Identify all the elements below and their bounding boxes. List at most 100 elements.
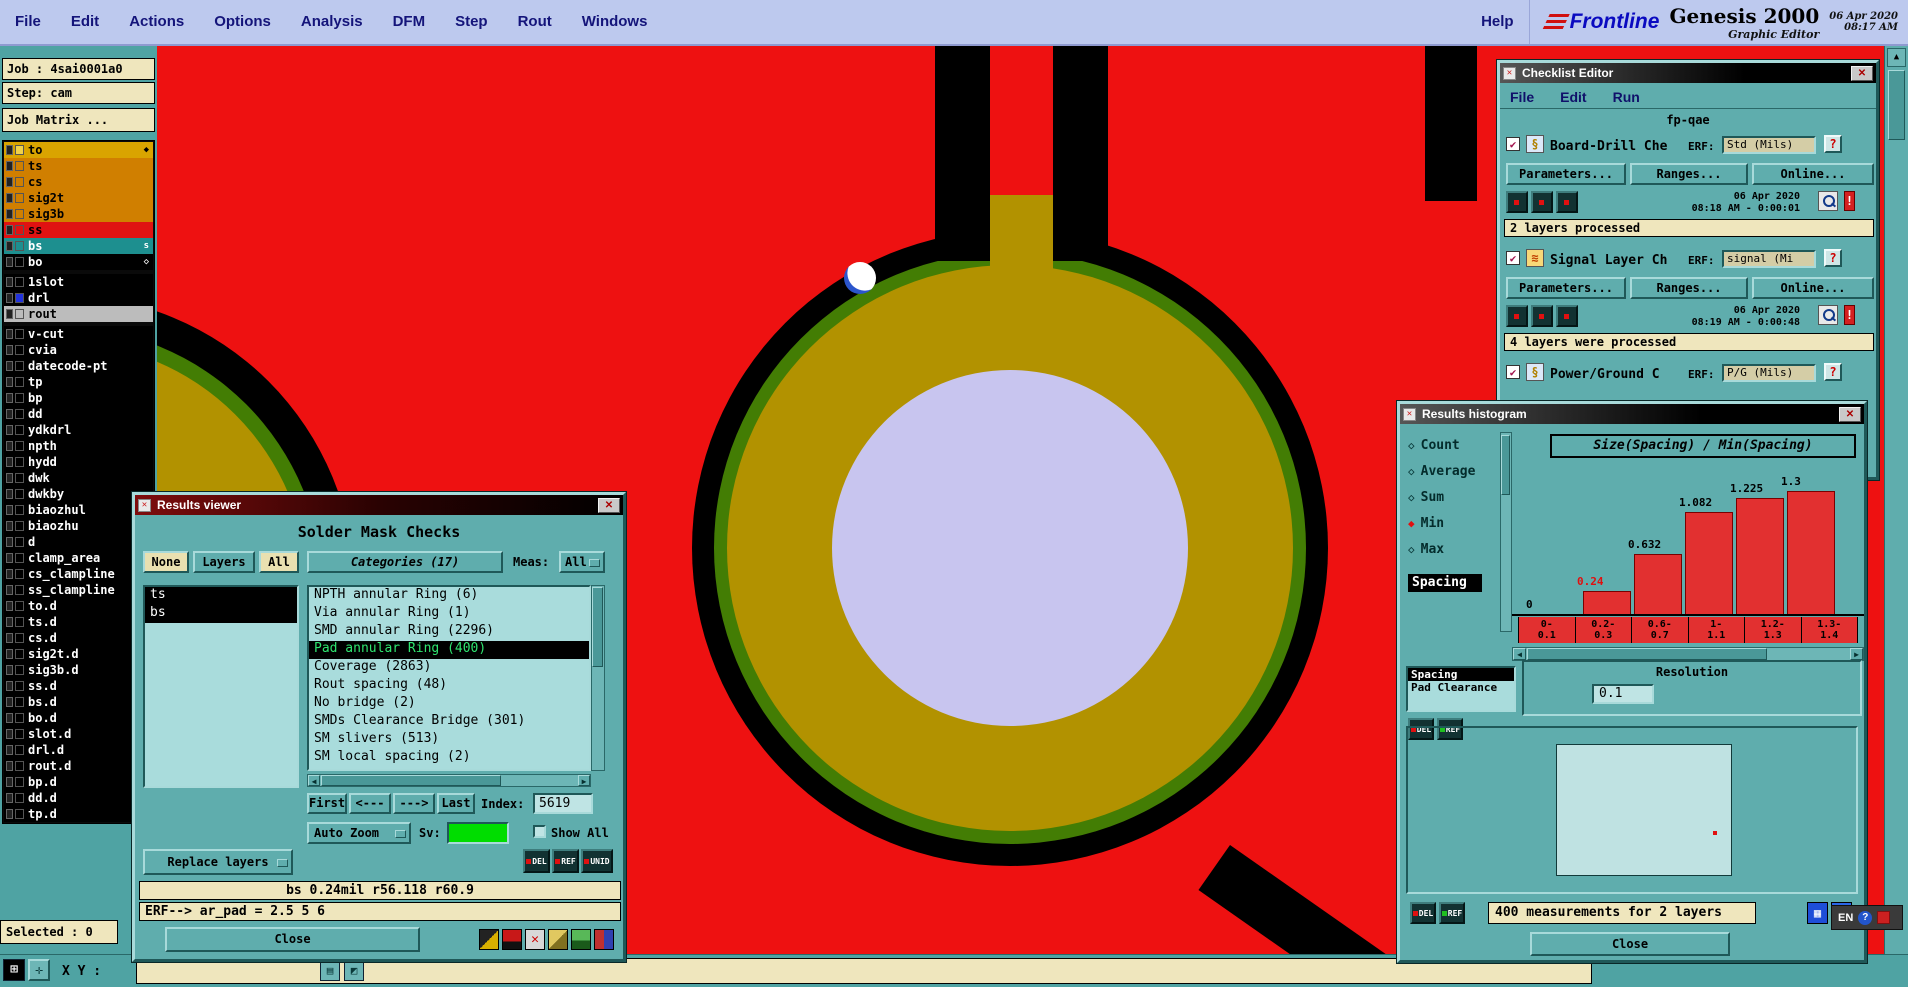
layer-row-cs.d[interactable]: cs.d bbox=[4, 630, 153, 646]
layer-row-ss_clampline[interactable]: ss_clampline bbox=[4, 582, 153, 598]
menu-step[interactable]: Step bbox=[440, 0, 503, 44]
menu-help[interactable]: Help bbox=[1466, 0, 1529, 44]
menu-options[interactable]: Options bbox=[199, 0, 286, 44]
layer-color-swatch[interactable] bbox=[15, 277, 24, 287]
layer-color-swatch[interactable] bbox=[15, 293, 24, 303]
category-item[interactable]: Rout spacing (48) bbox=[309, 677, 589, 695]
close-icon[interactable]: ✕ bbox=[1839, 406, 1861, 422]
layer-context-toggle[interactable] bbox=[6, 697, 13, 707]
reference-button[interactable]: REF bbox=[1439, 902, 1465, 924]
ranges-button[interactable]: Ranges... bbox=[1630, 163, 1748, 185]
layer-context-toggle[interactable] bbox=[6, 145, 13, 155]
layer-row-sig3b.d[interactable]: sig3b.d bbox=[4, 662, 153, 678]
stat-sum[interactable]: ◇ Sum bbox=[1408, 484, 1496, 510]
layer-color-swatch[interactable] bbox=[15, 473, 24, 483]
measure-type-item[interactable]: Spacing bbox=[1408, 668, 1514, 681]
stat-max[interactable]: ◇ Max bbox=[1408, 536, 1496, 562]
layer-row-hydd[interactable]: hydd bbox=[4, 454, 153, 470]
filter-layers-button[interactable]: Layers bbox=[193, 551, 255, 573]
layer-color-swatch[interactable] bbox=[15, 521, 24, 531]
layer-color-swatch[interactable] bbox=[15, 257, 24, 267]
menu-file[interactable]: File bbox=[0, 0, 56, 44]
layer-row-to[interactable]: to ◆ bbox=[4, 142, 153, 158]
menu-run[interactable]: Run bbox=[1613, 89, 1640, 105]
layer-context-toggle[interactable] bbox=[6, 633, 13, 643]
layer-row-ydkdrl[interactable]: ydkdrl bbox=[4, 422, 153, 438]
layer-color-swatch[interactable] bbox=[15, 145, 24, 155]
overlay-view-icon[interactable] bbox=[479, 929, 499, 950]
layer-row-tp[interactable]: tp bbox=[4, 374, 153, 390]
layer-context-toggle[interactable] bbox=[6, 225, 13, 235]
categories-button[interactable]: Categories (17) bbox=[307, 551, 503, 573]
results-viewer-titlebar[interactable]: ✕ Results viewer ✕ bbox=[135, 495, 623, 515]
layer-row-bs.d[interactable]: bs.d bbox=[4, 694, 153, 710]
layer-row-sig2t.d[interactable]: sig2t.d bbox=[4, 646, 153, 662]
layer-row-v-cut[interactable]: v-cut bbox=[4, 326, 153, 342]
checklist-titlebar[interactable]: ✕ Checklist Editor ✕ bbox=[1500, 63, 1876, 83]
layer-context-toggle[interactable] bbox=[6, 681, 13, 691]
close-icon[interactable]: ✕ bbox=[1851, 65, 1873, 81]
layer-row-ss[interactable]: ss bbox=[4, 222, 153, 238]
magnifier-icon[interactable] bbox=[1818, 305, 1838, 325]
vertical-scrollbar[interactable]: ▲ ▼ bbox=[1884, 46, 1908, 987]
layer-context-toggle[interactable] bbox=[6, 393, 13, 403]
layer-context-toggle[interactable] bbox=[6, 793, 13, 803]
layer-color-swatch[interactable] bbox=[15, 569, 24, 579]
layer-context-toggle[interactable] bbox=[6, 161, 13, 171]
layer-row-slot.d[interactable]: slot.d bbox=[4, 726, 153, 742]
layer-color-swatch[interactable] bbox=[15, 361, 24, 371]
category-item[interactable]: Via annular Ring (1) bbox=[309, 605, 589, 623]
layer-color-swatch[interactable] bbox=[15, 697, 24, 707]
filter-none-button[interactable]: None bbox=[143, 551, 189, 573]
show-all-checkbox[interactable] bbox=[533, 825, 546, 838]
layer-row-bp.d[interactable]: bp.d bbox=[4, 774, 153, 790]
ranges-button[interactable]: Ranges... bbox=[1630, 277, 1748, 299]
layer-color-swatch[interactable] bbox=[15, 537, 24, 547]
grid-icon[interactable]: ✛ bbox=[28, 959, 50, 981]
layer-context-toggle[interactable] bbox=[6, 617, 13, 627]
reference-button[interactable]: REF bbox=[552, 849, 579, 873]
layer-color-swatch[interactable] bbox=[15, 209, 24, 219]
layer-row-ss.d[interactable]: ss.d bbox=[4, 678, 153, 694]
sv-color-swatch[interactable] bbox=[447, 822, 509, 844]
resolution-input[interactable]: 0.1 bbox=[1592, 684, 1654, 704]
layer-context-toggle[interactable] bbox=[6, 377, 13, 387]
nav-last-button[interactable]: Last bbox=[437, 793, 475, 814]
layer-row-ts.d[interactable]: ts.d bbox=[4, 614, 153, 630]
category-h-scrollbar[interactable]: ◀ ▶ bbox=[307, 774, 591, 787]
check-enabled-checkbox[interactable]: ✔ bbox=[1506, 365, 1520, 379]
delete-measure-button[interactable]: DEL bbox=[1410, 902, 1436, 924]
stat-min[interactable]: ◆ Min bbox=[1408, 510, 1496, 536]
layer-color-swatch[interactable] bbox=[15, 713, 24, 723]
layer-color-swatch[interactable] bbox=[15, 393, 24, 403]
layer-context-toggle[interactable] bbox=[6, 209, 13, 219]
layer-row-sig2t[interactable]: sig2t bbox=[4, 190, 153, 206]
stat-count[interactable]: ◇ Count bbox=[1408, 432, 1496, 458]
menu-edit[interactable]: Edit bbox=[56, 0, 114, 44]
layer-row-bo[interactable]: bo ◇ bbox=[4, 254, 153, 270]
layer-context-toggle[interactable] bbox=[6, 409, 13, 419]
nav-next-button[interactable]: ---> bbox=[393, 793, 435, 814]
menu-windows[interactable]: Windows bbox=[567, 0, 663, 44]
layer-context-toggle[interactable] bbox=[6, 729, 13, 739]
stats-scrollbar[interactable] bbox=[1500, 432, 1512, 632]
layer-context-toggle[interactable] bbox=[6, 761, 13, 771]
histogram-titlebar[interactable]: ✕ Results histogram ✕ bbox=[1400, 404, 1864, 424]
nav-prev-button[interactable]: <--- bbox=[349, 793, 391, 814]
parameters-button[interactable]: Parameters... bbox=[1506, 277, 1626, 299]
layer-color-swatch[interactable] bbox=[15, 585, 24, 595]
layer-color-swatch[interactable] bbox=[15, 177, 24, 187]
parameters-button[interactable]: Parameters... bbox=[1506, 163, 1626, 185]
menu-actions[interactable]: Actions bbox=[114, 0, 199, 44]
menu-rout[interactable]: Rout bbox=[503, 0, 567, 44]
close-view-icon[interactable]: ✕ bbox=[525, 929, 545, 950]
layer-color-swatch[interactable] bbox=[15, 649, 24, 659]
layer-row-dwkby[interactable]: dwkby bbox=[4, 486, 153, 502]
scroll-up-icon[interactable]: ▲ bbox=[1887, 48, 1906, 67]
layer-context-toggle[interactable] bbox=[6, 489, 13, 499]
chart-h-scrollbar[interactable]: ◀ ▶ bbox=[1512, 647, 1864, 661]
results-map-icon[interactable] bbox=[1506, 305, 1528, 327]
results-view-icon[interactable] bbox=[1556, 305, 1578, 327]
magnifier-icon[interactable] bbox=[1818, 191, 1838, 211]
layer-context-toggle[interactable] bbox=[6, 745, 13, 755]
